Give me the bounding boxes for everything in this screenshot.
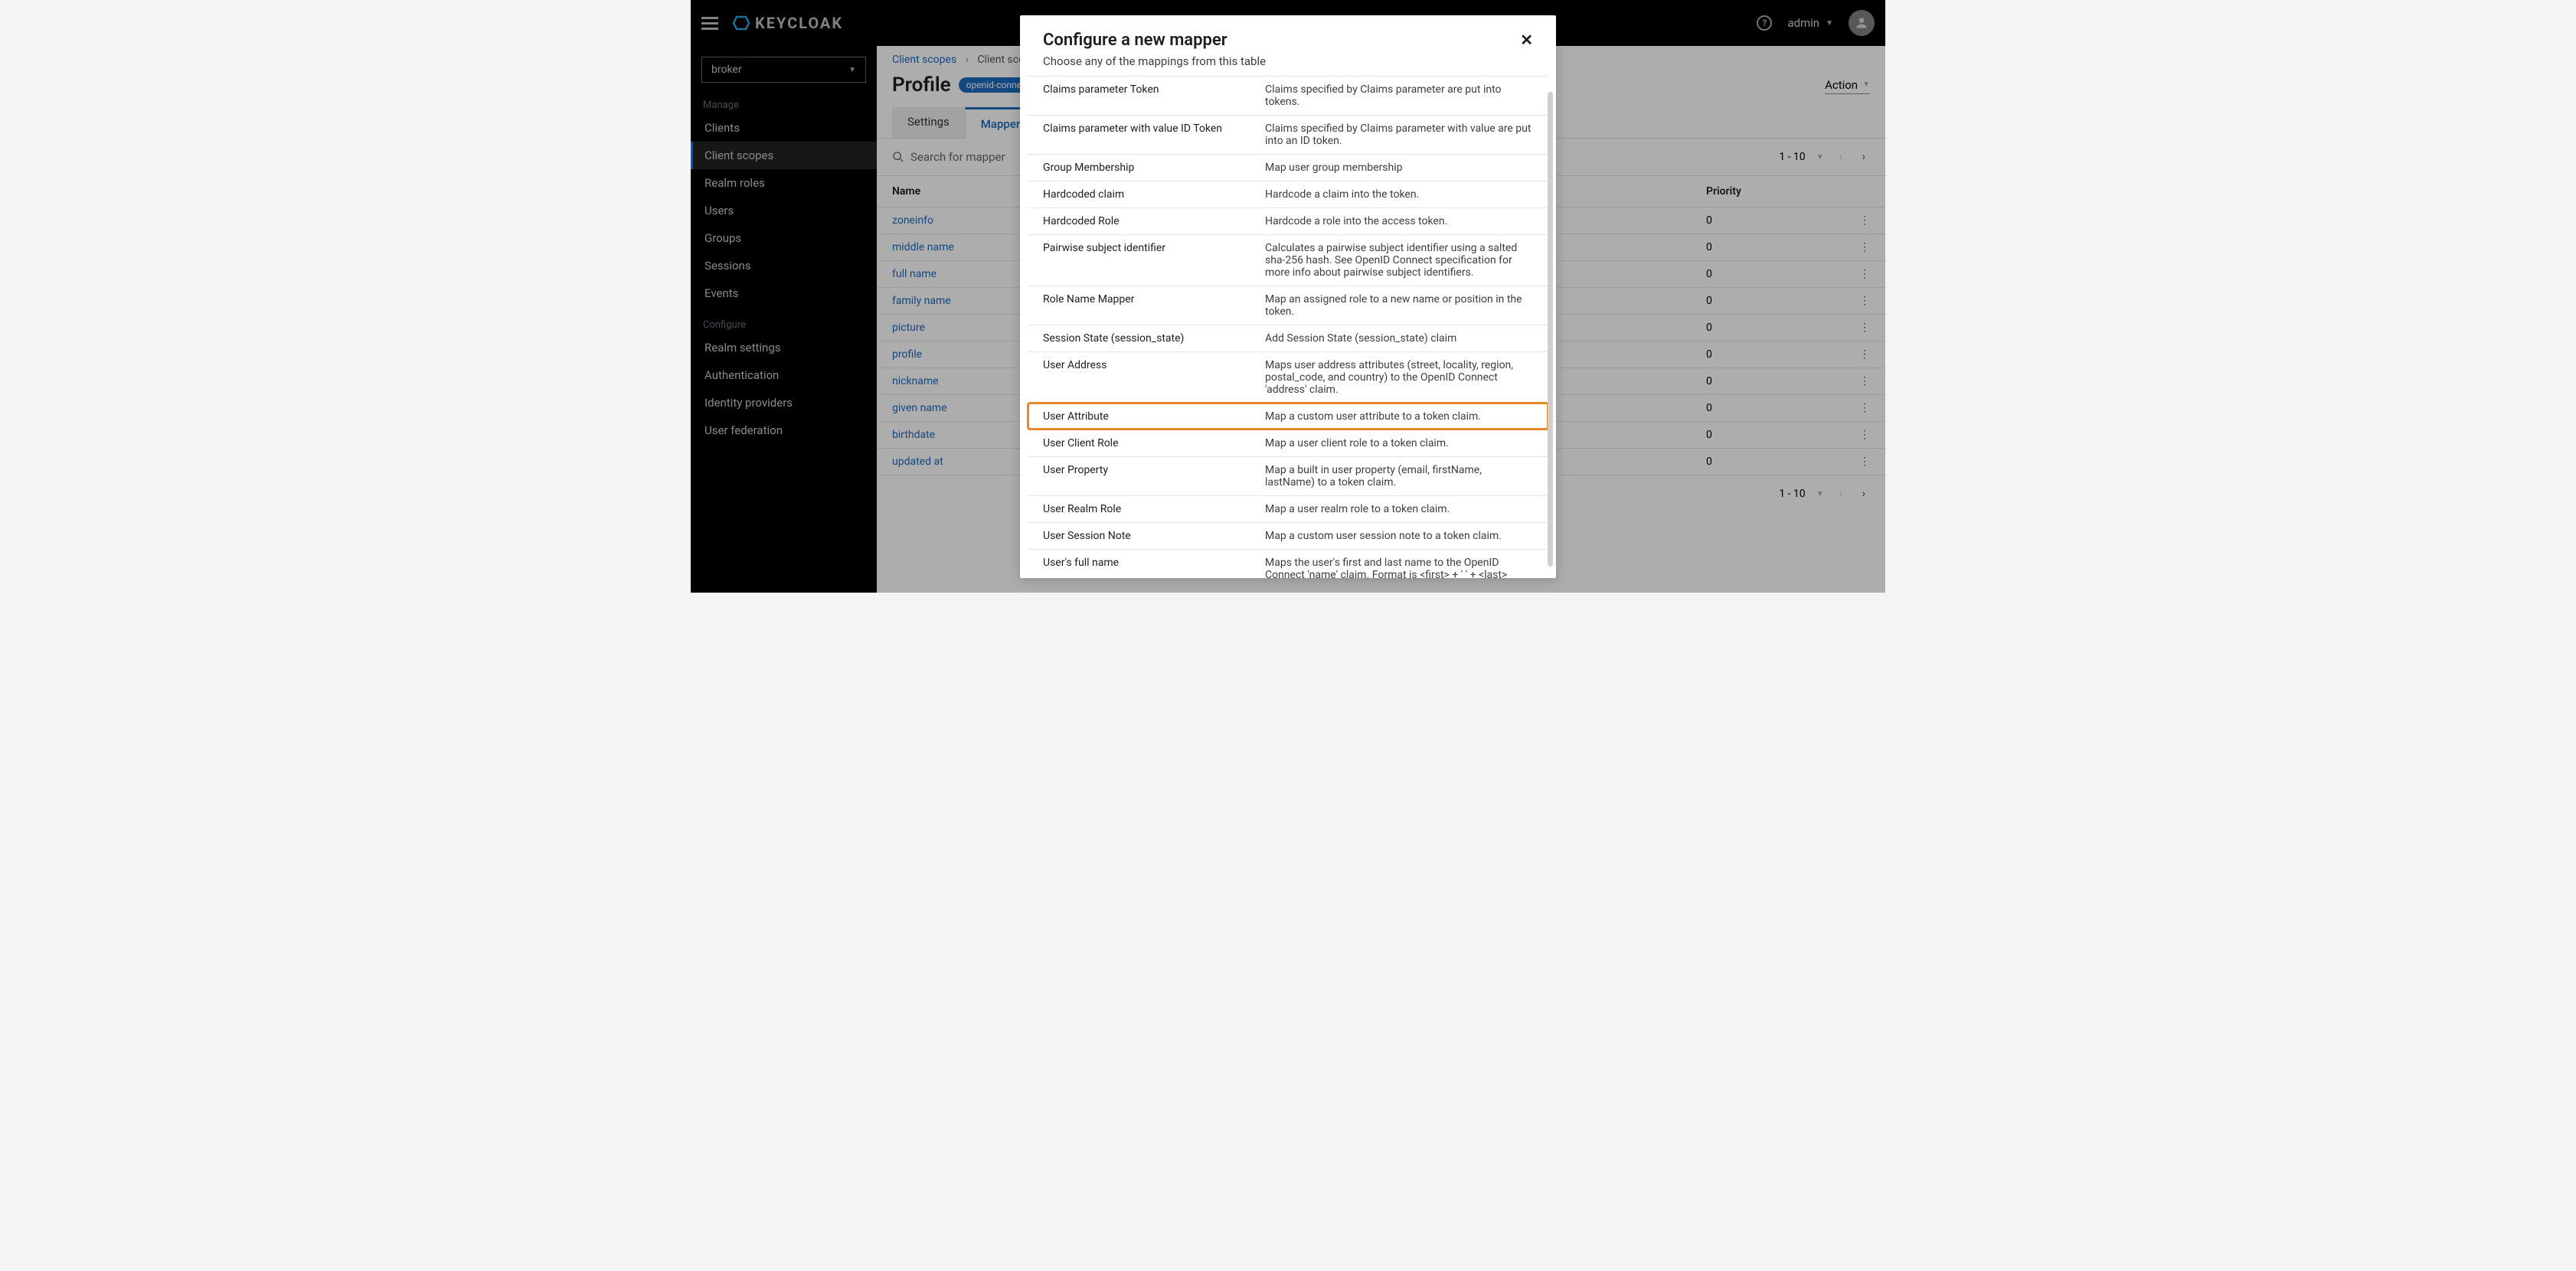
mapper-option-claims-parameter-token[interactable]: Claims parameter TokenClaims specified b… <box>1028 76 1548 115</box>
mapper-option-group-membership[interactable]: Group MembershipMap user group membershi… <box>1028 154 1548 181</box>
mapper-option-user-property[interactable]: User PropertyMap a built in user propert… <box>1028 456 1548 495</box>
mapper-option-desc: Claims specified by Claims parameter wit… <box>1265 123 1533 147</box>
mapper-option-desc: Hardcode a role into the access token. <box>1265 215 1533 227</box>
mapper-option-user-s-full-name[interactable]: User's full nameMaps the user's first an… <box>1028 549 1548 578</box>
mapper-option-desc: Maps user address attributes (street, lo… <box>1265 359 1533 396</box>
mapper-option-name: Role Name Mapper <box>1043 293 1265 318</box>
mapper-option-user-realm-role[interactable]: User Realm RoleMap a user realm role to … <box>1028 495 1548 522</box>
mapper-option-name: Claims parameter with value ID Token <box>1043 123 1265 147</box>
mapper-option-user-client-role[interactable]: User Client RoleMap a user client role t… <box>1028 430 1548 456</box>
mapper-option-hardcoded-role[interactable]: Hardcoded RoleHardcode a role into the a… <box>1028 207 1548 234</box>
mapper-option-name: User Attribute <box>1043 410 1265 423</box>
mapper-option-pairwise-subject-identifier[interactable]: Pairwise subject identifierCalculates a … <box>1028 234 1548 286</box>
mapper-option-user-address[interactable]: User AddressMaps user address attributes… <box>1028 351 1548 403</box>
mapper-option-desc: Map a user client role to a token claim. <box>1265 437 1533 449</box>
mapper-option-user-attribute[interactable]: User AttributeMap a custom user attribut… <box>1028 403 1548 430</box>
mapper-option-name: Group Membership <box>1043 162 1265 174</box>
mapper-option-name: User's full name <box>1043 557 1265 578</box>
mapper-option-name: Hardcoded claim <box>1043 188 1265 201</box>
mapper-option-name: User Realm Role <box>1043 503 1265 515</box>
mapper-option-name: Session State (session_state) <box>1043 332 1265 345</box>
mapper-option-session-state-session-state-[interactable]: Session State (session_state)Add Session… <box>1028 325 1548 351</box>
mapper-option-desc: Map a built in user property (email, fir… <box>1265 464 1533 488</box>
mapper-option-claims-parameter-with-value-id-token[interactable]: Claims parameter with value ID TokenClai… <box>1028 115 1548 154</box>
mapper-option-name: User Property <box>1043 464 1265 488</box>
scrollbar[interactable] <box>1548 92 1553 567</box>
mapper-option-desc: Map a custom user attribute to a token c… <box>1265 410 1533 423</box>
mapper-option-name: User Address <box>1043 359 1265 396</box>
mapper-option-name: Hardcoded Role <box>1043 215 1265 227</box>
modal-subtitle: Choose any of the mappings from this tab… <box>1020 53 1556 76</box>
mapper-option-desc: Map a user realm role to a token claim. <box>1265 503 1533 515</box>
close-icon[interactable]: ✕ <box>1520 31 1533 49</box>
mapper-option-name: User Client Role <box>1043 437 1265 449</box>
mapper-option-desc: Map a custom user session note to a toke… <box>1265 530 1533 542</box>
mapper-option-role-name-mapper[interactable]: Role Name MapperMap an assigned role to … <box>1028 286 1548 325</box>
mapper-option-name: Pairwise subject identifier <box>1043 242 1265 279</box>
mapper-option-desc: Maps the user's first and last name to t… <box>1265 557 1533 578</box>
mapper-option-hardcoded-claim[interactable]: Hardcoded claimHardcode a claim into the… <box>1028 181 1548 207</box>
mapper-option-desc: Map an assigned role to a new name or po… <box>1265 293 1533 318</box>
mapper-option-desc: Map user group membership <box>1265 162 1533 174</box>
mapper-option-desc: Calculates a pairwise subject identifier… <box>1265 242 1533 279</box>
mapper-option-desc: Add Session State (session_state) claim <box>1265 332 1533 345</box>
mapper-option-user-session-note[interactable]: User Session NoteMap a custom user sessi… <box>1028 522 1548 549</box>
mapper-option-desc: Hardcode a claim into the token. <box>1265 188 1533 201</box>
mapper-option-desc: Claims specified by Claims parameter are… <box>1265 83 1533 108</box>
modal-title: Configure a new mapper <box>1043 31 1228 50</box>
mapper-option-name: User Session Note <box>1043 530 1265 542</box>
mapper-modal: Configure a new mapper ✕ Choose any of t… <box>1020 15 1556 578</box>
mapper-option-name: Claims parameter Token <box>1043 83 1265 108</box>
